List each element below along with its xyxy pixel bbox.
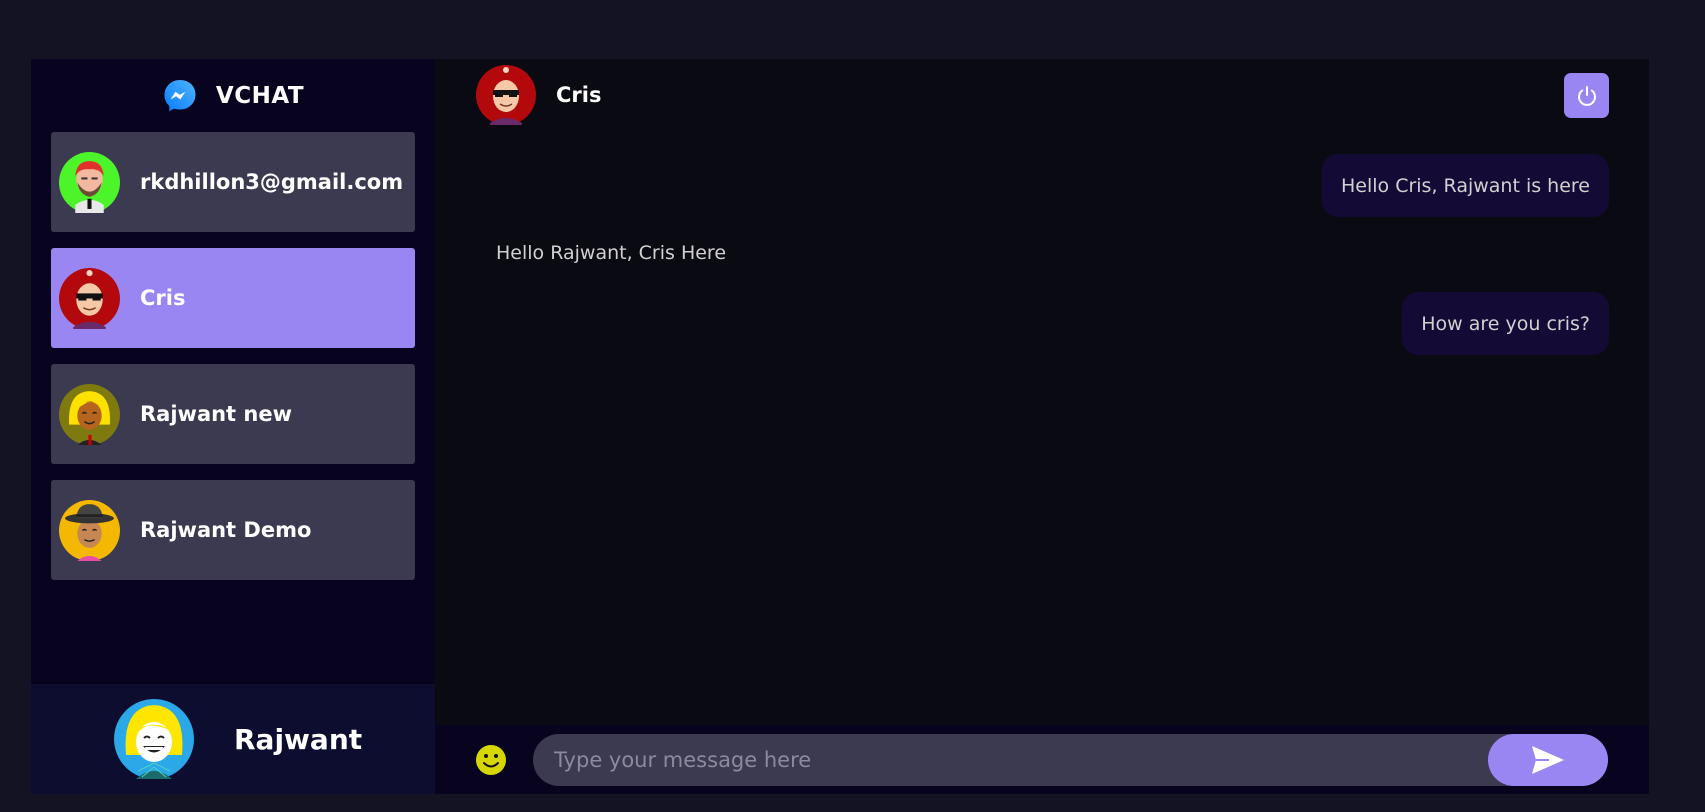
contacts-sidebar: VCHAT rkdhillon3@gmail.com Cris Rajwant …	[31, 59, 435, 794]
avatar	[59, 267, 120, 329]
current-user-name: Rajwant	[234, 722, 363, 756]
message-bubble: Hello Cris, Rajwant is here	[1322, 154, 1609, 217]
contact-item[interactable]: Rajwant Demo	[51, 480, 415, 580]
contact-item-active[interactable]: Cris	[51, 248, 415, 348]
avatar	[59, 499, 120, 561]
message-input-wrapper	[533, 733, 1608, 786]
power-icon	[1577, 85, 1596, 106]
message-input[interactable]	[533, 733, 1483, 786]
contact-name: Rajwant new	[140, 402, 293, 426]
contact-list: rkdhillon3@gmail.com Cris Rajwant new Ra…	[31, 132, 435, 580]
avatar	[59, 383, 120, 445]
message-list: Hello Cris, Rajwant is here Hello Rajwan…	[435, 154, 1649, 355]
current-user-panel: Rajwant	[31, 684, 435, 794]
contact-item[interactable]: rkdhillon3@gmail.com	[51, 132, 415, 232]
avatar	[59, 151, 120, 213]
contact-name: Rajwant Demo	[140, 518, 312, 542]
message-row-received: Hello Rajwant, Cris Here	[496, 233, 1609, 273]
chat-app: VCHAT rkdhillon3@gmail.com Cris Rajwant …	[31, 59, 1649, 794]
message-bubble: Hello Rajwant, Cris Here	[496, 242, 727, 264]
avatar	[114, 699, 194, 779]
app-name: VCHAT	[215, 82, 305, 109]
chat-contact-name: Cris	[556, 83, 602, 107]
chat-panel: Cris Hello Cris, Rajwant is here Hello R…	[435, 59, 1649, 794]
message-row-sent: How are you cris?	[496, 292, 1609, 355]
avatar	[476, 65, 536, 125]
message-bubble: How are you cris?	[1402, 292, 1609, 355]
logout-button[interactable]	[1564, 73, 1609, 118]
messenger-icon	[164, 79, 196, 111]
contact-name: Cris	[140, 286, 186, 310]
send-icon	[1532, 745, 1564, 774]
message-row-sent: Hello Cris, Rajwant is here	[496, 154, 1609, 217]
chat-header: Cris	[435, 59, 1649, 131]
brand: VCHAT	[31, 59, 435, 132]
message-composer	[435, 725, 1649, 794]
smiley-icon[interactable]	[475, 744, 507, 776]
send-button[interactable]	[1488, 733, 1608, 786]
contact-name: rkdhillon3@gmail.com	[140, 170, 404, 194]
contact-item[interactable]: Rajwant new	[51, 364, 415, 464]
